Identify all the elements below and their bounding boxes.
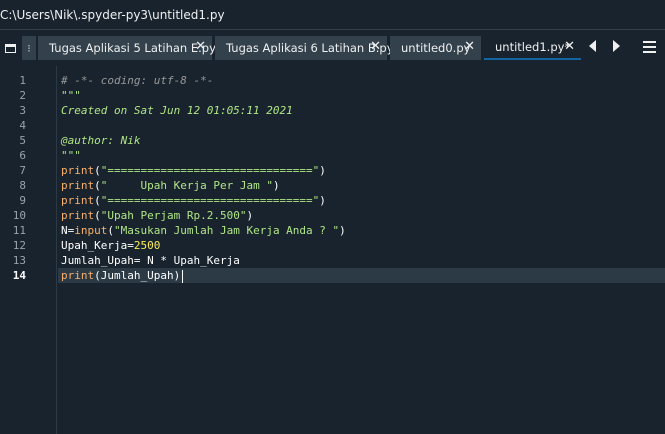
line-number: 9	[19, 194, 26, 207]
code-token-op: (	[94, 179, 101, 192]
line-number: 6	[19, 149, 26, 162]
spyder-editor-window: C:\Users\Nik\.spyder-py3\untitled1.py ⁝ …	[0, 0, 665, 434]
code-token-docstring: """	[61, 149, 81, 162]
tab-tugas-aplikasi-6[interactable]: Tugas Aplikasi 6 Latihan B.py ✕	[215, 36, 394, 60]
code-line[interactable]: Upah_Kerja=2500	[61, 238, 160, 253]
tab-overflow-stub[interactable]: ⁝	[22, 36, 36, 60]
code-token-string: " Upah Kerja Per Jam "	[100, 179, 273, 192]
code-line[interactable]: # -*- coding: utf-8 -*-	[61, 73, 213, 88]
line-number: 3	[19, 104, 26, 117]
code-line[interactable]: print("===============================")	[61, 193, 326, 208]
code-token-docstring: """	[61, 89, 81, 102]
code-token-builtin: print	[61, 194, 95, 207]
text-cursor	[182, 269, 184, 283]
code-token-op: )	[339, 224, 346, 237]
line-number: 8	[19, 179, 26, 192]
code-line[interactable]: Created on Sat Jun 12 01:05:11 2021	[61, 103, 293, 118]
code-line[interactable]: print("===============================")	[61, 163, 326, 178]
line-number: 4	[19, 119, 26, 132]
line-number: 10	[12, 209, 26, 222]
code-token-string: "Masukan Jumlah Jam Kerja Anda ? "	[114, 224, 340, 237]
line-number: 1	[19, 74, 26, 87]
code-token-op: )	[272, 179, 280, 192]
code-token-comment: # -*- coding: utf-8 -*-	[61, 74, 214, 87]
code-token-string: "Upah Perjam Rp.2.500"	[100, 209, 247, 222]
line-number: 11	[12, 224, 26, 237]
code-token-ident: Jumlah_Upah	[100, 269, 174, 282]
browse-tabs-icon[interactable]	[0, 34, 20, 62]
code-token-ident: N	[61, 224, 68, 237]
tab-label: untitled1.py*	[495, 40, 571, 54]
close-icon[interactable]: ✕	[195, 39, 206, 54]
code-token-op: (	[94, 269, 101, 282]
code-token-builtin: input	[74, 224, 108, 237]
tab-tugas-aplikasi-5[interactable]: Tugas Aplikasi 5 Latihan E.py ✕	[38, 36, 216, 60]
code-line[interactable]: print(Jumlah_Upah)	[61, 268, 184, 283]
code-token-op: (	[107, 224, 114, 237]
code-line[interactable]: print("Upah Perjam Rp.2.500")	[61, 208, 253, 223]
title-bar: C:\Users\Nik\.spyder-py3\untitled1.py	[0, 0, 665, 30]
line-number: 5	[19, 134, 26, 147]
code-token-op: )	[319, 194, 326, 207]
code-token-ident: Upah_Kerja	[61, 239, 128, 252]
code-token-builtin: print	[61, 269, 95, 282]
tab-label: Tugas Aplikasi 6 Latihan B.py	[226, 41, 394, 55]
line-number: 7	[19, 164, 26, 177]
close-icon[interactable]: ✕	[464, 39, 475, 54]
line-number: 13	[12, 254, 26, 267]
code-token-op: (	[94, 194, 101, 207]
code-token-docstring: @author: Nik	[61, 134, 141, 147]
code-token-op: =	[127, 239, 134, 252]
code-token-string: "==============================="	[100, 164, 320, 177]
hamburger-menu-icon[interactable]	[643, 41, 656, 53]
code-token-op: )	[246, 209, 254, 222]
code-line[interactable]: print(" Upah Kerja Per Jam ")	[61, 178, 280, 193]
code-token-number: 2500	[133, 239, 161, 252]
code-line[interactable]: Jumlah_Upah= N * Upah_Kerja	[61, 253, 240, 268]
line-number-gutter: 1 2 3 4 5 6 7 8 9 10 11 12 13 14	[0, 66, 57, 434]
tab-untitled1[interactable]: untitled1.py* ✕	[484, 36, 581, 60]
code-editor[interactable]: 1 2 3 4 5 6 7 8 9 10 11 12 13 14 # -*- coding: utf-8 …	[0, 66, 665, 434]
code-token-op: =	[133, 254, 148, 267]
line-number: 2	[19, 89, 26, 102]
line-number: 14	[12, 269, 26, 282]
code-token-string: "==============================="	[100, 194, 320, 207]
code-token-op: )	[173, 269, 181, 282]
code-token-op: (	[94, 209, 101, 222]
editor-tab-bar: ⁝ Tugas Aplikasi 5 Latihan E.py ✕ Tugas …	[0, 30, 665, 66]
tab-label: Tugas Aplikasi 5 Latihan E.py	[49, 41, 216, 55]
close-icon[interactable]: ✕	[370, 39, 381, 54]
code-token-op: )	[319, 164, 326, 177]
triangle-left-icon[interactable]	[589, 40, 603, 56]
code-line[interactable]: """	[61, 148, 81, 163]
close-icon[interactable]: ✕	[564, 39, 575, 54]
tab-label: untitled0.py	[401, 41, 471, 55]
window-title: C:\Users\Nik\.spyder-py3\untitled1.py	[0, 8, 225, 22]
code-line[interactable]: """	[61, 88, 81, 103]
code-line[interactable]: N=input("Masukan Jumlah Jam Kerja Anda ?…	[61, 223, 346, 238]
tab-untitled0[interactable]: untitled0.py ✕	[390, 36, 481, 60]
code-token-builtin: print	[61, 179, 95, 192]
code-token-op: *	[153, 254, 174, 267]
code-token-ident: Jumlah_Upah	[61, 254, 134, 267]
triangle-right-icon[interactable]	[613, 40, 627, 56]
code-token-builtin: print	[61, 209, 95, 222]
code-token-ident: N	[147, 254, 154, 267]
code-token-builtin: print	[61, 164, 95, 177]
code-token-docstring: Created on Sat Jun 12 01:05:11 2021	[61, 104, 293, 117]
code-line[interactable]: @author: Nik	[61, 133, 140, 148]
code-token-op: (	[94, 164, 101, 177]
code-token-ident: Upah_Kerja	[173, 254, 240, 267]
line-number: 12	[12, 239, 26, 252]
